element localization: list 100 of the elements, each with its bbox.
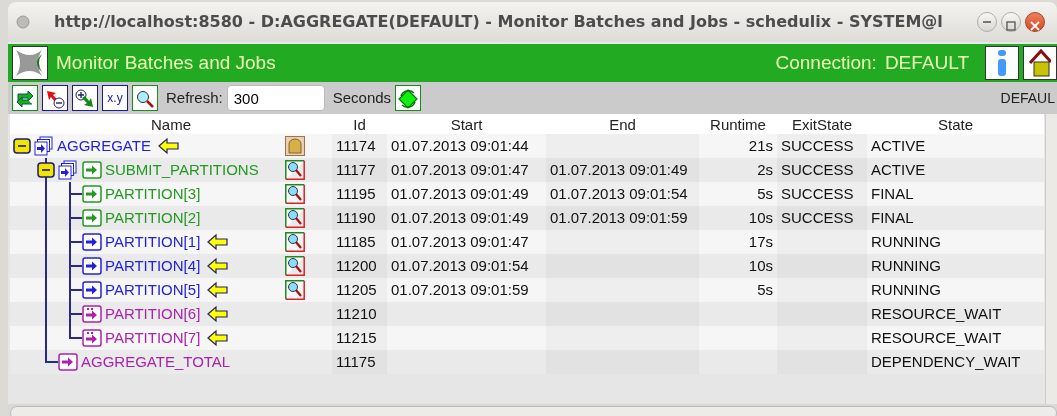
table-cell: RESOURCE_WAIT xyxy=(871,305,1002,322)
log-search-icon[interactable] xyxy=(285,208,305,228)
waiting-job-icon xyxy=(82,329,102,347)
column-header[interactable]: Runtime xyxy=(699,114,777,134)
minimize-icon xyxy=(983,21,991,23)
minimize-button[interactable] xyxy=(977,12,997,32)
batch-icon xyxy=(58,160,78,180)
table-row[interactable]: PARTITION[5] 11205 01.07.2013 09:01:59 5s RUNNING xyxy=(10,278,1044,302)
job-icon xyxy=(82,281,102,299)
table-cell: 01.07.2013 09:01:49 xyxy=(550,161,688,178)
table-cell: 01.07.2013 09:01:47 xyxy=(391,161,529,178)
job-icon xyxy=(82,233,102,251)
job-icon xyxy=(82,185,102,203)
collapse-icon[interactable] xyxy=(37,162,55,178)
table-cell: DEPENDENCY_WAIT xyxy=(871,353,1021,370)
table-cell: 11175 xyxy=(336,353,376,370)
job-name[interactable]: PARTITION[1] xyxy=(105,230,201,254)
column-header[interactable]: ExitState xyxy=(777,114,867,134)
expand-icon xyxy=(74,87,96,110)
format-button[interactable]: x.y xyxy=(102,85,128,111)
reload-button[interactable] xyxy=(12,85,38,111)
refresh-interval-field[interactable]: 300 xyxy=(226,85,325,111)
window-title: http://localhost:8580 - D:AGGREGATE(DEFAULT) - Monitor Batches and Jobs - schedulix - SYSTEM@l xyxy=(54,11,944,33)
table-cell: 5s xyxy=(757,185,773,202)
home-button[interactable] xyxy=(1023,46,1057,80)
column-header[interactable]: State xyxy=(867,114,1044,134)
collapse-icon[interactable] xyxy=(13,138,31,154)
collapse-button[interactable] xyxy=(42,85,68,111)
maximize-button[interactable] xyxy=(1001,12,1021,32)
log-search-icon[interactable] xyxy=(285,184,305,204)
table-cell: 11190 xyxy=(336,209,376,226)
log-search-icon[interactable] xyxy=(285,160,305,180)
log-search-icon[interactable] xyxy=(285,232,305,252)
refresh-label: Refresh: xyxy=(166,87,223,108)
table-cell: RUNNING xyxy=(871,257,941,274)
table-cell: 01.07.2013 09:01:49 xyxy=(391,185,529,202)
refresh-icon xyxy=(397,87,420,110)
expand-button[interactable] xyxy=(72,85,98,111)
table-cell: 11185 xyxy=(336,233,376,250)
table-row[interactable]: PARTITION[1] 11185 01.07.2013 09:01:47 17s RUNNING xyxy=(10,230,1044,254)
info-button[interactable] xyxy=(985,46,1019,80)
home-icon xyxy=(1029,48,1051,78)
table-cell: SUCCESS xyxy=(781,209,854,226)
table-row[interactable]: PARTITION[7] 11215 RESOURCE_WAIT xyxy=(10,326,1044,350)
table-cell: ACTIVE xyxy=(871,161,926,178)
column-header[interactable]: Start xyxy=(387,114,546,134)
job-name[interactable]: PARTITION[7] xyxy=(105,326,201,350)
table-cell: 01.07.2013 09:01:59 xyxy=(550,209,688,226)
column-header[interactable]: Name xyxy=(10,114,332,134)
column-header[interactable]: Id xyxy=(332,114,387,134)
job-name[interactable]: PARTITION[6] xyxy=(105,302,201,326)
table-cell: 11200 xyxy=(336,257,377,274)
table-cell: SUCCESS xyxy=(781,185,854,202)
table-cell: 01.07.2013 09:01:47 xyxy=(391,233,529,250)
server-name: DEFAUL xyxy=(1000,88,1055,108)
table-row[interactable]: PARTITION[3] 11195 01.07.2013 09:01:49 01.07.2013 09:01:54 5s SUCCESS FINAL xyxy=(10,182,1044,206)
table-row[interactable]: AGGREGATE_TOTAL 11175 DEPENDENCY_WAIT xyxy=(10,350,1044,374)
table-cell: 01.07.2013 09:01:54 xyxy=(391,257,529,274)
job-name[interactable]: AGGREGATE_TOTAL xyxy=(81,350,231,374)
log-search-icon[interactable] xyxy=(285,256,305,276)
table-cell: 11195 xyxy=(336,185,376,202)
table-cell: RUNNING xyxy=(871,233,941,250)
table-cell: RESOURCE_WAIT xyxy=(871,329,1002,346)
log-search-icon[interactable] xyxy=(285,280,305,300)
table-cell: 11215 xyxy=(336,329,377,346)
job-name[interactable]: AGGREGATE xyxy=(57,134,151,158)
job-name[interactable]: PARTITION[5] xyxy=(105,278,201,302)
connection-label: Connection: xyxy=(775,50,877,75)
table-cell: 11177 xyxy=(336,161,376,178)
table-row[interactable]: PARTITION[2] 11190 01.07.2013 09:01:49 01.07.2013 09:01:59 10s SUCCESS FINAL xyxy=(10,206,1044,230)
job-icon xyxy=(58,353,78,371)
table-cell: 01.07.2013 09:01:59 xyxy=(391,281,529,298)
close-button[interactable] xyxy=(1025,12,1045,32)
column-header[interactable]: End xyxy=(546,114,699,134)
table-row[interactable]: AGGREGATE 11174 01.07.2013 09:01:44 21s SUCCESS ACTIVE xyxy=(10,134,1044,158)
page-title: Monitor Batches and Jobs xyxy=(56,50,277,75)
table-cell: 11174 xyxy=(336,137,376,154)
table-cell: RUNNING xyxy=(871,281,941,298)
auto-refresh-button[interactable] xyxy=(395,85,422,111)
search-button[interactable] xyxy=(132,85,158,111)
vertical-scrollbar[interactable] xyxy=(1045,114,1057,404)
table-cell: FINAL xyxy=(871,209,914,226)
table-cell: ACTIVE xyxy=(871,137,926,154)
job-icon xyxy=(82,257,102,275)
table-cell: 10s xyxy=(748,257,773,274)
logo-icon xyxy=(12,46,48,80)
info-icon xyxy=(995,49,1009,78)
waiting-job-icon xyxy=(82,305,102,323)
table-cell: FINAL xyxy=(871,185,914,202)
table-cell: 11210 xyxy=(336,305,377,322)
table-row[interactable]: SUBMIT_PARTITIONS 11177 01.07.2013 09:01:47 01.07.2013 09:01:49 2s SUCCESS ACTIVE xyxy=(10,158,1044,182)
table-cell: 21s xyxy=(748,137,773,154)
table-cell: 17s xyxy=(748,233,773,250)
job-name[interactable]: PARTITION[4] xyxy=(105,254,201,278)
table-cell: 01.07.2013 09:01:54 xyxy=(550,185,688,202)
table-cell: 5s xyxy=(757,281,773,298)
table-row[interactable]: PARTITION[6] 11210 RESOURCE_WAIT xyxy=(10,302,1044,326)
job-icon xyxy=(82,161,102,179)
seconds-label: Seconds xyxy=(332,87,392,108)
table-row[interactable]: PARTITION[4] 11200 01.07.2013 09:01:54 10s RUNNING xyxy=(10,254,1044,278)
